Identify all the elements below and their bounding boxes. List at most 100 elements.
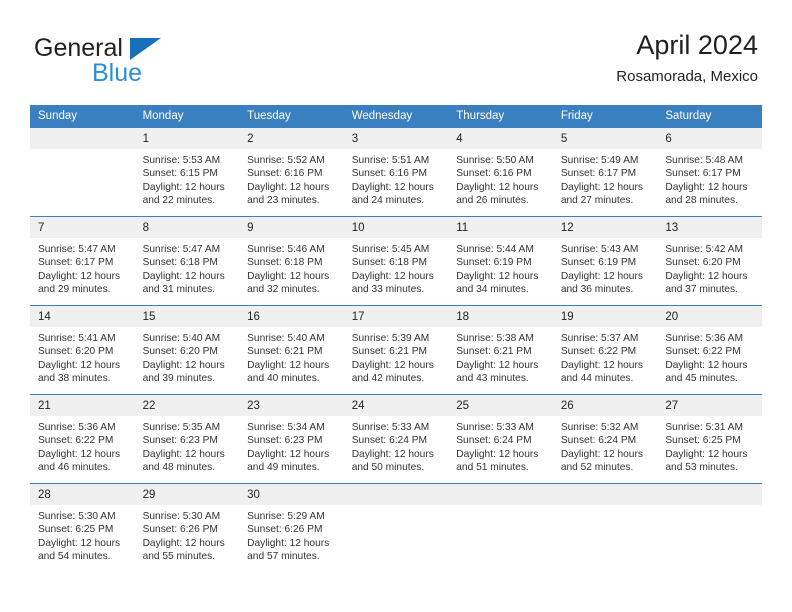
day-daylight-line2-text: and 44 minutes. xyxy=(560,373,634,385)
day-sun-info: Sunrise: 5:52 AM Sunset: 6:16 PM Daylight:… xyxy=(239,149,344,208)
day-sunset-text: Sunset: 6:26 PM xyxy=(142,524,218,536)
calendar-day-cell[interactable]: 17 Sunrise: 5:39 AM Sunset: 6:21 PM Dayligh… xyxy=(343,305,449,395)
calendar-day-cell[interactable]: 10 Sunrise: 5:45 AM Sunset: 6:18 PM Dayligh… xyxy=(343,216,449,306)
day-sunrise-text: Sunrise: 5:36 AM xyxy=(38,422,116,433)
calendar-day-cell[interactable]: 28 Sunrise: 5:30 AM Sunset: 6:25 PM Dayligh… xyxy=(30,483,135,572)
day-sunrise-text: Sunrise: 5:47 AM xyxy=(38,244,116,255)
day-daylight-line2-text: and 29 minutes. xyxy=(38,284,111,296)
day-sunset-text: Sunset: 6:20 PM xyxy=(142,346,218,358)
day-sunrise-text: Sunrise: 5:30 AM xyxy=(142,511,221,522)
calendar-day-cell[interactable]: 14 Sunrise: 5:41 AM Sunset: 6:20 PM Dayligh… xyxy=(30,305,135,395)
day-number: 29 xyxy=(134,484,240,505)
day-sunset-text: Sunset: 6:15 PM xyxy=(142,168,218,180)
day-daylight-line2-text: and 39 minutes. xyxy=(142,373,216,385)
day-sun-info: Sunrise: 5:31 AM Sunset: 6:25 PM Daylight:… xyxy=(657,416,762,475)
calendar-day-cell[interactable]: 24 Sunrise: 5:33 AM Sunset: 6:24 PM Dayligh… xyxy=(343,394,449,484)
calendar-day-cell[interactable]: 13 Sunrise: 5:42 AM Sunset: 6:20 PM Dayligh… xyxy=(657,216,762,306)
calendar-day-cell[interactable]: 18 Sunrise: 5:38 AM Sunset: 6:21 PM Dayligh… xyxy=(448,305,553,395)
calendar-day-cell[interactable]: 20 Sunrise: 5:36 AM Sunset: 6:22 PM Dayligh… xyxy=(657,305,762,395)
day-sunrise-text: Sunrise: 5:41 AM xyxy=(38,333,116,344)
day-sunrise-text: Sunrise: 5:40 AM xyxy=(247,333,325,344)
day-number: 5 xyxy=(552,128,658,149)
day-sunrise-text: Sunrise: 5:30 AM xyxy=(38,511,116,522)
day-sunset-text: Sunset: 6:21 PM xyxy=(351,346,428,358)
day-sunset-text: Sunset: 6:17 PM xyxy=(665,168,741,180)
day-sunrise-text: Sunrise: 5:31 AM xyxy=(665,422,743,433)
day-sunset-text: Sunset: 6:16 PM xyxy=(351,168,428,180)
day-sunset-text: Sunset: 6:16 PM xyxy=(456,168,532,180)
day-sunrise-text: Sunrise: 5:33 AM xyxy=(351,422,430,433)
day-sun-info: Sunrise: 5:39 AM Sunset: 6:21 PM Daylight:… xyxy=(344,327,449,386)
calendar-day-cell[interactable]: 8 Sunrise: 5:47 AM Sunset: 6:18 PM Daylight… xyxy=(134,216,240,306)
calendar-day-cell[interactable]: 25 Sunrise: 5:33 AM Sunset: 6:24 PM Dayligh… xyxy=(448,394,553,484)
calendar-day-cell[interactable]: 16 Sunrise: 5:40 AM Sunset: 6:21 PM Dayligh… xyxy=(239,305,344,395)
day-daylight-line2-text: and 57 minutes. xyxy=(247,551,320,563)
day-sun-info: Sunrise: 5:42 AM Sunset: 6:20 PM Daylight:… xyxy=(657,238,762,297)
calendar-day-cell[interactable]: 7 Sunrise: 5:47 AM Sunset: 6:17 PM Daylight… xyxy=(30,216,135,306)
day-daylight-line2-text: and 42 minutes. xyxy=(351,373,425,385)
day-sunrise-text: Sunrise: 5:29 AM xyxy=(247,511,325,522)
day-sun-info: Sunrise: 5:34 AM Sunset: 6:23 PM Daylight:… xyxy=(239,416,344,475)
day-sun-info: Sunrise: 5:40 AM Sunset: 6:20 PM Daylight:… xyxy=(135,327,240,386)
day-sunset-text: Sunset: 6:18 PM xyxy=(142,257,218,269)
day-sunset-text: Sunset: 6:20 PM xyxy=(38,346,114,358)
calendar-day-cell[interactable]: 3 Sunrise: 5:51 AM Sunset: 6:16 PM Daylight… xyxy=(343,128,449,217)
day-sun-info: Sunrise: 5:41 AM Sunset: 6:20 PM Daylight:… xyxy=(30,327,135,386)
calendar-day-cell[interactable]: 30 Sunrise: 5:29 AM Sunset: 6:26 PM Dayligh… xyxy=(239,483,344,572)
day-number: 28 xyxy=(30,484,135,505)
day-daylight-line1-text: Daylight: 12 hours xyxy=(247,181,330,193)
day-sun-info: Sunrise: 5:48 AM Sunset: 6:17 PM Daylight:… xyxy=(657,149,762,208)
calendar-week-row: 1 Sunrise: 5:53 AM Sunset: 6:15 PM Daylight… xyxy=(30,128,762,217)
day-daylight-line2-text: and 36 minutes. xyxy=(560,284,634,296)
day-sun-info: Sunrise: 5:36 AM Sunset: 6:22 PM Daylight:… xyxy=(30,416,135,475)
calendar-day-cell[interactable]: 27 Sunrise: 5:31 AM Sunset: 6:25 PM Dayligh… xyxy=(657,394,762,484)
day-daylight-line2-text: and 24 minutes. xyxy=(351,195,425,207)
day-sunset-text: Sunset: 6:16 PM xyxy=(247,168,323,180)
calendar-week-row: 21 Sunrise: 5:36 AM Sunset: 6:22 PM Dayligh… xyxy=(30,394,762,484)
day-daylight-line2-text: and 23 minutes. xyxy=(247,195,320,207)
day-number: 1 xyxy=(134,128,240,149)
calendar-day-cell[interactable]: 21 Sunrise: 5:36 AM Sunset: 6:22 PM Dayligh… xyxy=(30,394,135,484)
day-number: 27 xyxy=(657,395,762,416)
calendar-day-cell[interactable]: 23 Sunrise: 5:34 AM Sunset: 6:23 PM Dayligh… xyxy=(239,394,344,484)
calendar-day-cell[interactable]: 22 Sunrise: 5:35 AM Sunset: 6:23 PM Dayligh… xyxy=(134,394,240,484)
day-sunrise-text: Sunrise: 5:36 AM xyxy=(665,333,743,344)
calendar-day-cell[interactable]: 19 Sunrise: 5:37 AM Sunset: 6:22 PM Dayligh… xyxy=(552,305,658,395)
calendar-day-cell[interactable]: 12 Sunrise: 5:43 AM Sunset: 6:19 PM Dayligh… xyxy=(552,216,658,306)
day-sunrise-text: Sunrise: 5:53 AM xyxy=(142,155,221,166)
calendar-day-cell[interactable]: 1 Sunrise: 5:53 AM Sunset: 6:15 PM Daylight… xyxy=(134,128,240,217)
weekday-header-friday: Friday xyxy=(552,105,658,128)
day-number: 15 xyxy=(134,306,240,327)
day-sunset-text: Sunset: 6:22 PM xyxy=(560,346,637,358)
calendar-day-cell[interactable]: 2 Sunrise: 5:52 AM Sunset: 6:16 PM Daylight… xyxy=(239,128,344,217)
calendar-day-cell-empty xyxy=(343,483,449,572)
calendar-day-cell[interactable]: 5 Sunrise: 5:49 AM Sunset: 6:17 PM Daylight… xyxy=(552,128,658,217)
day-sunrise-text: Sunrise: 5:37 AM xyxy=(560,333,639,344)
day-sun-info: Sunrise: 5:44 AM Sunset: 6:19 PM Daylight:… xyxy=(448,238,553,297)
day-sunset-text: Sunset: 6:22 PM xyxy=(38,435,114,447)
day-sunset-text: Sunset: 6:19 PM xyxy=(456,257,532,269)
calendar-week-row: 28 Sunrise: 5:30 AM Sunset: 6:25 PM Dayligh… xyxy=(30,483,762,572)
calendar-day-cell[interactable]: 9 Sunrise: 5:46 AM Sunset: 6:18 PM Daylight… xyxy=(239,216,344,306)
day-daylight-line2-text: and 40 minutes. xyxy=(247,373,320,385)
day-sunrise-text: Sunrise: 5:48 AM xyxy=(665,155,743,166)
calendar-day-cell[interactable]: 6 Sunrise: 5:48 AM Sunset: 6:17 PM Daylight… xyxy=(657,128,762,217)
day-sunrise-text: Sunrise: 5:40 AM xyxy=(142,333,221,344)
day-sunrise-text: Sunrise: 5:43 AM xyxy=(560,244,639,255)
calendar-day-cell[interactable]: 11 Sunrise: 5:44 AM Sunset: 6:19 PM Dayligh… xyxy=(448,216,553,306)
day-sunset-text: Sunset: 6:24 PM xyxy=(351,435,428,447)
calendar-day-cell-empty xyxy=(448,483,553,572)
day-daylight-line1-text: Daylight: 12 hours xyxy=(142,181,225,193)
day-sunset-text: Sunset: 6:23 PM xyxy=(247,435,323,447)
day-daylight-line2-text: and 37 minutes. xyxy=(665,284,738,296)
day-daylight-line2-text: and 43 minutes. xyxy=(456,373,529,385)
day-daylight-line2-text: and 54 minutes. xyxy=(38,551,111,563)
calendar-day-cell[interactable]: 26 Sunrise: 5:32 AM Sunset: 6:24 PM Dayligh… xyxy=(552,394,658,484)
calendar-day-cell[interactable]: 29 Sunrise: 5:30 AM Sunset: 6:26 PM Dayligh… xyxy=(134,483,240,572)
calendar-day-cell[interactable]: 15 Sunrise: 5:40 AM Sunset: 6:20 PM Dayligh… xyxy=(134,305,240,395)
calendar-body: 1 Sunrise: 5:53 AM Sunset: 6:15 PM Daylight… xyxy=(30,128,762,572)
general-blue-logo[interactable]: General Blue xyxy=(34,34,234,90)
calendar-day-cell-empty xyxy=(657,483,762,572)
day-number: 9 xyxy=(239,217,344,238)
calendar-day-cell[interactable]: 4 Sunrise: 5:50 AM Sunset: 6:16 PM Daylight… xyxy=(448,128,553,217)
